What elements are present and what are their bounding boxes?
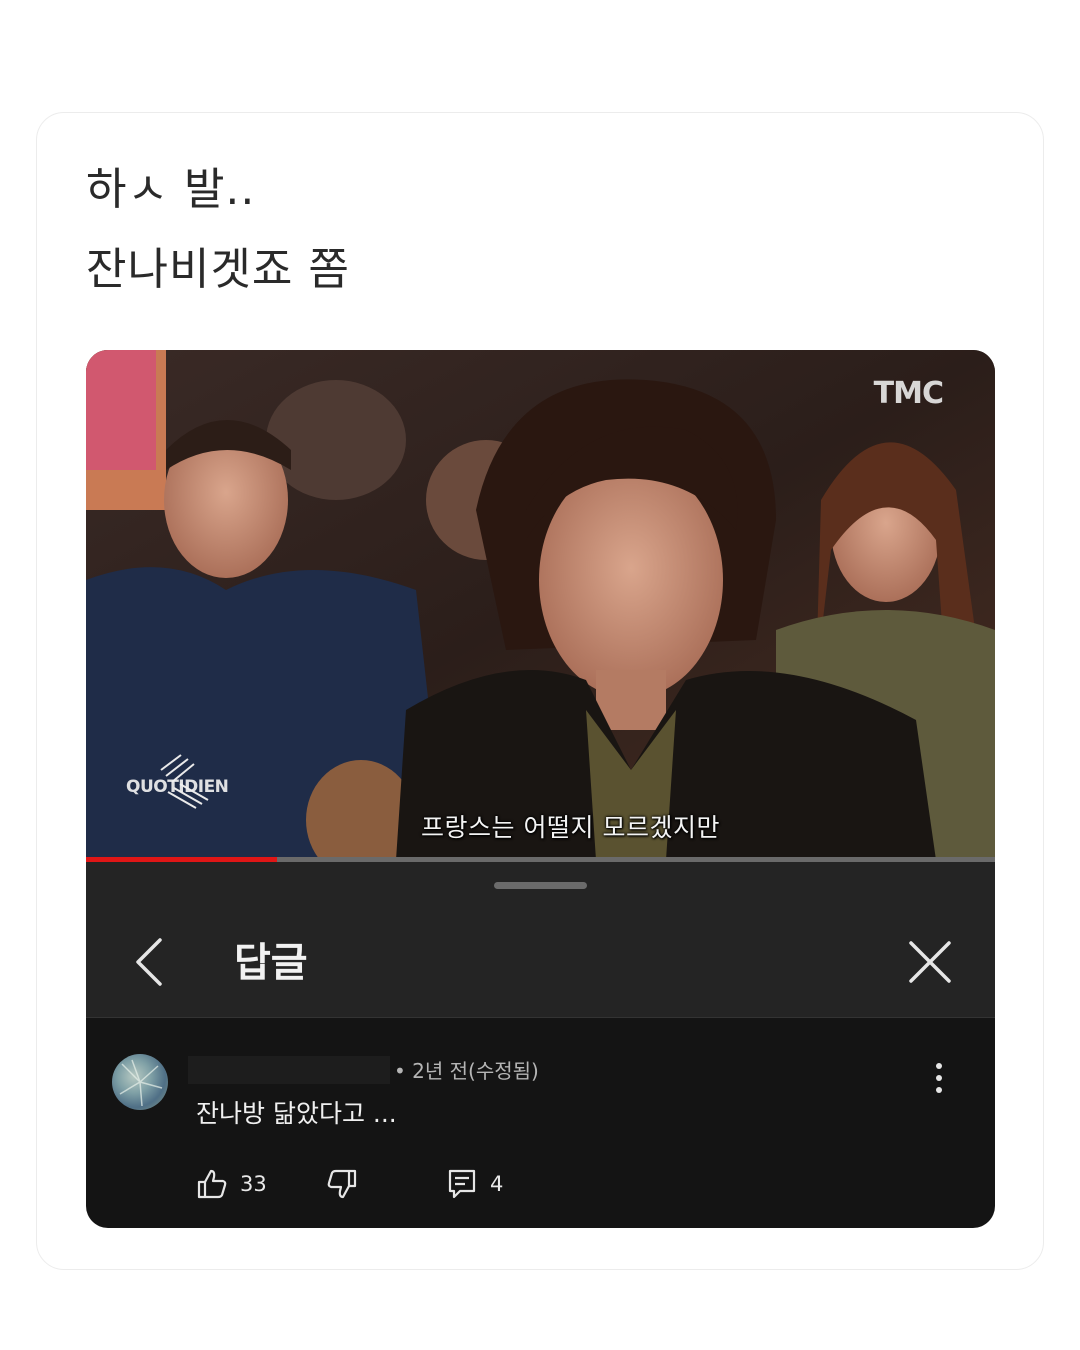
post-line-2: 잔나비겟죠 쫌 <box>86 244 350 295</box>
post-line-1: 하ㅅ 발.. <box>86 164 256 215</box>
video-player[interactable]: TMC QUOTIDIEN 프랑스는 어떨지 모르겠지만 <box>86 350 995 860</box>
reply-comment-icon <box>448 1169 476 1199</box>
channel-logo: TMC <box>873 376 944 411</box>
show-logo-text: QUOTIDIEN <box>126 777 229 797</box>
close-icon <box>909 941 951 983</box>
drag-handle[interactable] <box>494 882 587 889</box>
like-count: 33 <box>240 1172 267 1196</box>
comment-meta: • 2년 전(수정됨) <box>394 1059 539 1083</box>
thumbs-down-icon <box>327 1169 357 1199</box>
author-name-redacted[interactable] <box>188 1056 390 1084</box>
sheet-header: 답글 <box>86 862 995 1018</box>
thumbs-up-icon <box>197 1169 227 1199</box>
reply-count: 4 <box>490 1172 504 1196</box>
more-options-button[interactable] <box>924 1058 954 1098</box>
comment-actions: 33 4 <box>196 1168 896 1208</box>
sheet-title: 답글 <box>234 940 308 986</box>
dislike-button[interactable] <box>326 1168 358 1200</box>
post-text: 하ㅅ 발.. 잔나비겟죠 쫌 <box>86 150 350 310</box>
chevron-left-icon <box>136 938 162 986</box>
close-button[interactable] <box>906 938 954 986</box>
comment-item: • 2년 전(수정됨) 잔나방 닮았다고 ... 33 4 <box>86 1018 995 1228</box>
video-subtitle: 프랑스는 어떨지 모르겠지만 <box>421 813 720 842</box>
back-button[interactable] <box>130 934 170 990</box>
vertical-ellipsis-icon <box>936 1063 942 1093</box>
reply-button[interactable]: 4 <box>446 1168 503 1200</box>
comment-text: 잔나방 닮았다고 ... <box>196 1099 397 1128</box>
replies-sheet: 답글 • 2년 전(수정됨) 잔나방 닮았다고 ... 33 4 <box>86 862 995 1228</box>
like-button[interactable]: 33 <box>196 1168 267 1200</box>
avatar[interactable] <box>112 1054 168 1110</box>
